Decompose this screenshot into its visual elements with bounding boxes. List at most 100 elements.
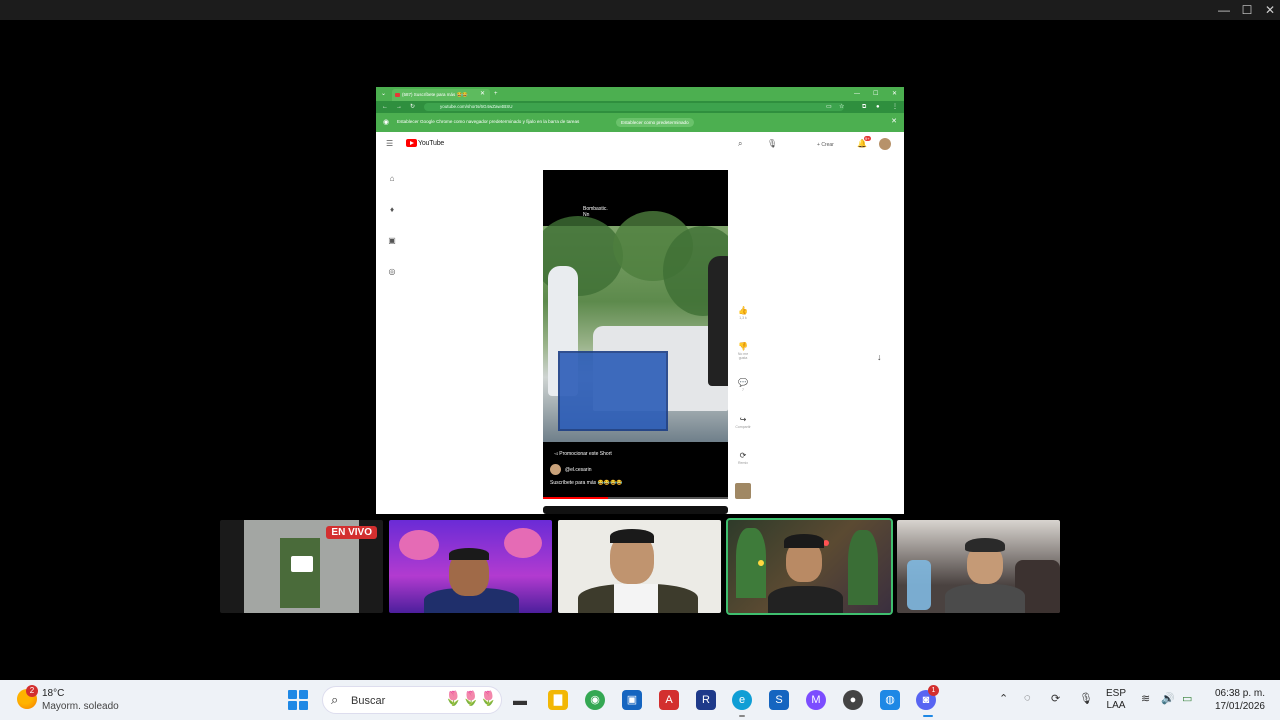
browser-menu-icon[interactable]: ⋮ — [892, 102, 898, 112]
comments-button[interactable]: 💬 7 — [735, 378, 751, 392]
lang-line2: LAA — [1106, 700, 1126, 711]
home-icon[interactable]: ⌂ — [386, 174, 398, 183]
volume-icon[interactable]: 🔊 — [1161, 692, 1175, 705]
temperature[interactable]: 18°C — [42, 688, 64, 699]
edge-icon[interactable]: e — [732, 690, 752, 710]
clock-time: 06:38 p. m. — [1214, 688, 1265, 699]
infobar-close-button[interactable]: ✕ — [891, 117, 897, 125]
you-icon[interactable]: ◎ — [386, 267, 398, 276]
tab-search-icon[interactable]: ⌄ — [381, 89, 386, 99]
language-indicator[interactable]: ESP LAA — [1106, 688, 1126, 712]
remix-button[interactable]: ⟳ Remix — [735, 451, 751, 465]
short-video-player[interactable]: Bombastic. Nn ◅ Promocionar este Short @… — [543, 170, 728, 499]
blue-app-icon[interactable]: ◍ — [880, 690, 900, 710]
mic-icon[interactable]: 🎙 — [767, 139, 777, 149]
promote-short-link[interactable]: ◅ Promocionar este Short — [554, 451, 612, 457]
shorts-icon[interactable]: ♦ — [386, 205, 398, 214]
back-icon[interactable]: ← — [382, 102, 388, 112]
participant-tile-3[interactable] — [558, 520, 721, 613]
cast-icon[interactable]: ▭ — [826, 102, 832, 112]
search-placeholder: Buscar — [351, 695, 386, 707]
sound-thumbnail[interactable] — [735, 483, 751, 499]
chrome-icon[interactable]: ◉ — [585, 690, 605, 710]
next-video-arrow-icon[interactable]: ↓ — [877, 352, 882, 362]
reload-icon[interactable]: ↻ — [410, 102, 415, 112]
hamburger-menu-icon[interactable]: ☰ — [386, 139, 393, 149]
maximize-button[interactable]: ☐ — [1236, 2, 1258, 18]
search-icon[interactable]: ⌕ — [738, 139, 742, 149]
address-bar[interactable]: youtube.com/shorts/6G4wZaw4BSU — [424, 103, 844, 111]
like-icon: 👍 — [738, 306, 748, 315]
davinci-icon[interactable]: ● — [843, 690, 863, 710]
remix-icon: ⟳ — [739, 451, 747, 460]
participant-tile-2[interactable] — [389, 520, 552, 613]
sketchup-icon[interactable]: S — [769, 690, 789, 710]
taskbar-search[interactable]: ⌕ Buscar 🌷🌷🌷 — [322, 686, 502, 714]
comments-icon: 💬 — [738, 378, 748, 387]
discord-active-indicator — [923, 715, 933, 717]
chevron-up-icon[interactable]: ⌃ — [999, 692, 1008, 705]
remix-label: Remix — [738, 461, 748, 465]
video-progress-bar[interactable] — [543, 497, 728, 499]
infobar-text: Establecer Google Chrome como navegador … — [397, 119, 580, 124]
channel-name[interactable]: @el.cesarin — [565, 467, 591, 473]
shopping-cart-shape — [558, 351, 668, 431]
share-button[interactable]: ↪ Compartir — [735, 415, 751, 429]
tab-close-icon[interactable]: ✕ — [480, 89, 485, 99]
bookmark-star-icon[interactable]: ☆ — [839, 102, 844, 112]
extensions-icon[interactable]: ⧉ — [862, 102, 866, 112]
chrome-icon: ◉ — [383, 119, 390, 126]
profile-icon[interactable]: ● — [876, 102, 880, 112]
youtube-logo-text[interactable]: YouTube — [418, 140, 444, 147]
subscriptions-icon[interactable]: ▣ — [386, 236, 398, 245]
account-avatar[interactable] — [879, 138, 891, 150]
folder-icon[interactable]: ▇ — [548, 690, 568, 710]
set-default-button[interactable]: Establecer como predeterminado — [616, 118, 694, 127]
edge-active-indicator — [739, 715, 745, 717]
cap — [965, 538, 1005, 552]
forward-icon[interactable]: → — [396, 102, 402, 112]
weather-condition[interactable]: Mayorm. soleado — [42, 701, 119, 712]
messenger-icon[interactable]: M — [806, 690, 826, 710]
live-badge: EN VIVO — [326, 526, 377, 539]
file-explorer-icon[interactable]: ▬ — [510, 690, 530, 710]
like-count: 1,3 k — [739, 316, 747, 320]
sync-icon[interactable]: ⟳ — [1051, 692, 1060, 705]
minimize-button[interactable]: — — [1213, 2, 1235, 18]
participant-tile-5[interactable] — [897, 520, 1060, 613]
start-windows-icon[interactable] — [288, 690, 308, 710]
youtube-favicon-icon — [395, 93, 400, 97]
store-icon[interactable]: ▣ — [622, 690, 642, 710]
new-tab-button[interactable]: + — [494, 89, 498, 99]
browser-tab[interactable]: (587) Suscríbete para más 😂😂 — [392, 89, 490, 101]
share-label: Compartir — [735, 425, 751, 429]
wifi-icon[interactable]: ≋ — [1141, 692, 1150, 705]
create-button[interactable]: + Crear — [817, 140, 834, 150]
browser-tabbar: ⌄ (587) Suscríbete para más 😂😂 ✕ + — ☐ ✕ — [376, 87, 904, 101]
next-short-preview[interactable] — [543, 506, 728, 514]
clock[interactable]: 06:38 p. m. 17/01/2026 — [1203, 687, 1265, 713]
url-text: youtube.com/shorts/6G4wZaw4BSU — [440, 104, 513, 109]
revit-icon[interactable]: R — [696, 690, 716, 710]
shared-screen[interactable]: ⌄ (587) Suscríbete para más 😂😂 ✕ + — ☐ ✕… — [376, 87, 904, 514]
taskbar: 2 18°C Mayorm. soleado ⌕ Buscar 🌷🌷🌷 ▬ ▇ … — [0, 680, 1280, 720]
dislike-button[interactable]: 👎 No me gusta — [735, 342, 751, 360]
battery-icon[interactable]: ▭ — [1182, 692, 1192, 705]
short-info: ◅ Promocionar este Short @el.cesarin Sus… — [543, 442, 728, 499]
participant-tile-4-speaking[interactable] — [726, 518, 893, 615]
browser-close-icon[interactable]: ✕ — [892, 89, 897, 99]
tray-app-icon[interactable]: ◌ — [1024, 692, 1031, 704]
microphone-icon[interactable]: 🎙 — [1079, 692, 1093, 705]
youtube-logo-icon[interactable] — [406, 139, 417, 147]
participant-tile-screen[interactable]: EN VIVO — [220, 520, 383, 613]
browser-maximize-icon[interactable]: ☐ — [873, 89, 878, 99]
channel-row[interactable]: @el.cesarin — [550, 464, 591, 475]
adobe-icon[interactable]: A — [659, 690, 679, 710]
channel-avatar[interactable] — [550, 464, 561, 475]
browser-minimize-icon[interactable]: — — [854, 89, 860, 99]
like-button[interactable]: 👍 1,3 k — [735, 306, 751, 320]
dislike-label: No me gusta — [737, 352, 749, 360]
discord-badge: 1 — [928, 685, 939, 696]
close-button[interactable]: ✕ — [1259, 2, 1280, 18]
comments-count: 7 — [742, 388, 744, 392]
